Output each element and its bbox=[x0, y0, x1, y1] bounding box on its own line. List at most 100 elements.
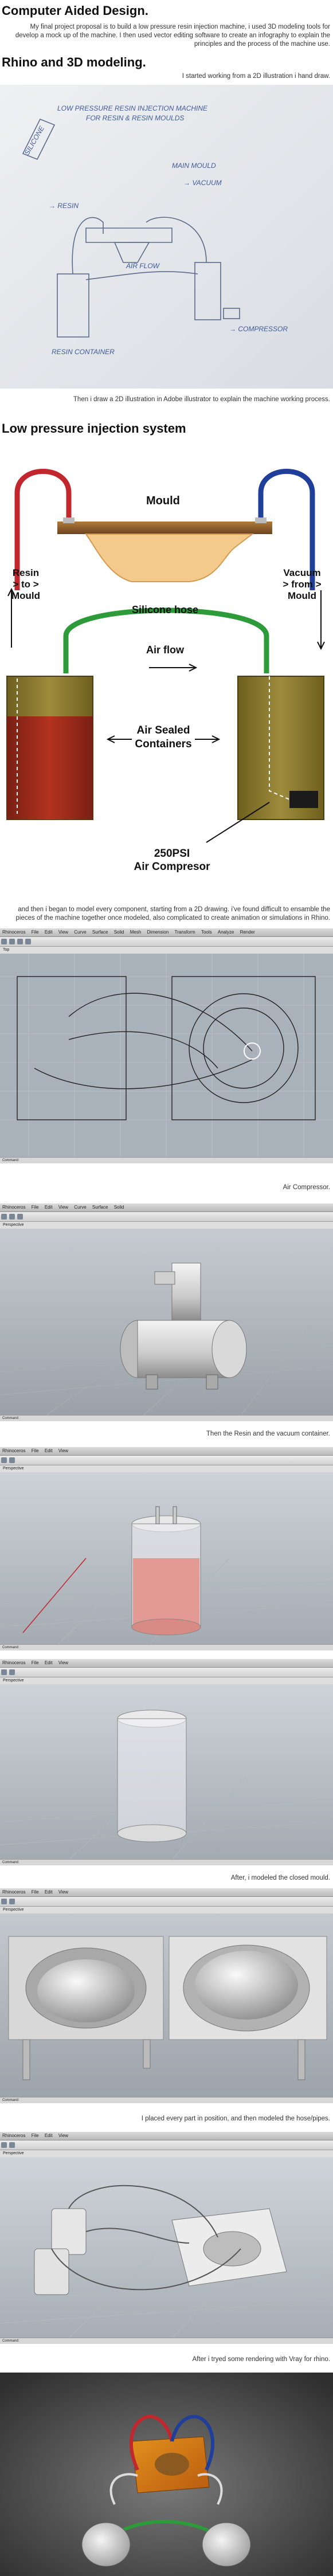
tab-perspective[interactable]: Perspective bbox=[3, 1679, 24, 1683]
menu-file[interactable]: File bbox=[32, 1205, 39, 1210]
hand-sketch-svg: LOW PRESSURE RESIN INJECTION MACHINE FOR… bbox=[0, 85, 333, 389]
rhino-app-name: Rhinoceros bbox=[2, 930, 26, 935]
green-hose bbox=[63, 607, 269, 673]
menu-edit[interactable]: Edit bbox=[45, 1205, 53, 1210]
page-title: Computer Aided Design. bbox=[2, 3, 148, 18]
menu-dimension[interactable]: Dimension bbox=[147, 930, 169, 935]
rhino-status-bar: Command: bbox=[0, 1157, 333, 1163]
menu-solid[interactable]: Solid bbox=[114, 930, 124, 935]
render-vacuum-container bbox=[202, 2522, 251, 2567]
tool-icon[interactable] bbox=[17, 939, 23, 944]
sketch-label-compressor: → COMPRESSOR bbox=[229, 325, 288, 333]
menu-file[interactable]: File bbox=[32, 2133, 39, 2138]
tab-perspective[interactable]: Perspective bbox=[3, 2151, 24, 2155]
tool-icon[interactable] bbox=[1, 1669, 7, 1675]
menu-surface[interactable]: Surface bbox=[92, 1205, 108, 1210]
menu-view[interactable]: View bbox=[58, 1660, 68, 1665]
viewport-perspective[interactable] bbox=[0, 2157, 333, 2339]
tool-icon[interactable] bbox=[1, 2142, 7, 2148]
rhino-app-name: Rhinoceros bbox=[2, 1660, 26, 1665]
vray-render bbox=[0, 2373, 333, 2576]
air-compressor-unit bbox=[289, 791, 318, 808]
menu-render[interactable]: Render bbox=[240, 930, 255, 935]
menu-curve[interactable]: Curve bbox=[74, 1205, 86, 1210]
menu-transform[interactable]: Transform bbox=[175, 930, 195, 935]
tool-icon[interactable] bbox=[25, 939, 31, 944]
menu-edit[interactable]: Edit bbox=[45, 1660, 53, 1665]
label-resin-2: > to > bbox=[13, 579, 38, 590]
tool-icon[interactable] bbox=[9, 1457, 15, 1463]
viewport-perspective[interactable] bbox=[0, 1684, 333, 1860]
rhino-app-name: Rhinoceros bbox=[2, 1205, 26, 1210]
menu-view[interactable]: View bbox=[58, 1205, 68, 1210]
rhino-window-mould: Rhinoceros File Edit View Perspective Co… bbox=[0, 1888, 333, 2103]
menu-mesh[interactable]: Mesh bbox=[130, 930, 142, 935]
viewport-perspective[interactable] bbox=[0, 1229, 333, 1416]
menu-file[interactable]: File bbox=[32, 1448, 39, 1453]
viewport-resin-container-model bbox=[0, 1506, 333, 1645]
label-vacuum-3: Mould bbox=[288, 590, 316, 601]
sketch-label-airflow: AIR FLOW bbox=[126, 262, 160, 270]
tool-icon[interactable] bbox=[1, 939, 7, 944]
sketch-label-vacuum: → VACUUM bbox=[183, 179, 222, 187]
menu-curve[interactable]: Curve bbox=[74, 930, 86, 935]
tab-top[interactable]: Top bbox=[3, 948, 9, 952]
label-compressor-2: Air Compresor bbox=[134, 861, 210, 873]
menu-edit[interactable]: Edit bbox=[45, 1448, 53, 1453]
rhino-app-name: Rhinoceros bbox=[2, 1448, 26, 1453]
rhino-window-2d: Rhinoceros File Edit View Curve Surface … bbox=[0, 928, 333, 1163]
menu-solid[interactable]: Solid bbox=[114, 1205, 124, 1210]
tool-icon[interactable] bbox=[9, 1669, 15, 1675]
caption-pipes: I placed every part in position, and the… bbox=[141, 2115, 330, 2122]
caption-hand-draw: I started working from a 2D illustration… bbox=[182, 73, 330, 80]
menu-view[interactable]: View bbox=[58, 1448, 68, 1453]
mould-cavity bbox=[85, 534, 254, 582]
tab-perspective[interactable]: Perspective bbox=[3, 1223, 24, 1227]
tab-perspective[interactable]: Perspective bbox=[3, 1467, 24, 1471]
viewport-top[interactable] bbox=[0, 954, 333, 1158]
rhino-toolbar bbox=[0, 937, 333, 947]
menu-tools[interactable]: Tools bbox=[201, 930, 212, 935]
mould-plate bbox=[57, 522, 272, 534]
menu-analyze[interactable]: Analyze bbox=[218, 930, 234, 935]
menu-view[interactable]: View bbox=[58, 930, 68, 935]
rhino-status-bar: Command: bbox=[0, 1859, 333, 1865]
viewport-perspective[interactable] bbox=[0, 1914, 333, 2097]
tool-icon[interactable] bbox=[9, 939, 15, 944]
tool-icon[interactable] bbox=[9, 1214, 15, 1220]
rhino-window-assembly: Rhinoceros File Edit View Perspective Co… bbox=[0, 2132, 333, 2344]
label-resin-3: Mould bbox=[11, 590, 40, 601]
caption-mould: After, i modeled the closed mould. bbox=[230, 1875, 330, 1881]
menu-edit[interactable]: Edit bbox=[45, 930, 53, 935]
tool-icon[interactable] bbox=[17, 1214, 23, 1220]
mould-connector-right bbox=[255, 517, 267, 523]
tab-perspective[interactable]: Perspective bbox=[3, 1908, 24, 1912]
menu-surface[interactable]: Surface bbox=[92, 930, 108, 935]
viewport-assembly-model bbox=[0, 2185, 333, 2339]
menu-file[interactable]: File bbox=[32, 1660, 39, 1665]
menu-view[interactable]: View bbox=[58, 2133, 68, 2138]
menu-edit[interactable]: Edit bbox=[45, 2133, 53, 2138]
rhino-toolbar bbox=[0, 1897, 333, 1907]
viewport-perspective[interactable] bbox=[0, 1472, 333, 1645]
menu-edit[interactable]: Edit bbox=[45, 1889, 53, 1895]
tool-icon[interactable] bbox=[1, 1214, 7, 1220]
tool-icon[interactable] bbox=[1, 1899, 7, 1904]
tool-icon[interactable] bbox=[9, 1899, 15, 1904]
infographic-svg: Mould Resin > to > Mould Vacuum > from >… bbox=[6, 469, 325, 873]
rhino-window-resin-container: Rhinoceros File Edit View Perspective Co… bbox=[0, 1447, 333, 1650]
rhino-menu-bar: Rhinoceros File Edit View bbox=[0, 1447, 333, 1456]
tool-icon[interactable] bbox=[9, 2142, 15, 2148]
menu-view[interactable]: View bbox=[58, 1889, 68, 1895]
menu-file[interactable]: File bbox=[32, 930, 39, 935]
mould-connector-left bbox=[63, 517, 75, 523]
rhino-window-compressor: Rhinoceros File Edit View Curve Surface … bbox=[0, 1203, 333, 1421]
rhino-toolbar bbox=[0, 1668, 333, 1677]
menu-file[interactable]: File bbox=[32, 1889, 39, 1895]
caption-illustrator: Then i draw a 2D illustration in Adobe i… bbox=[73, 396, 330, 403]
rhino-menu-bar: Rhinoceros File Edit View Curve Surface … bbox=[0, 928, 333, 937]
tool-icon[interactable] bbox=[1, 1457, 7, 1463]
label-silicone-hose: Silicone hose bbox=[132, 604, 198, 615]
airflow-arrow bbox=[149, 664, 198, 672]
label-compressor-1: 250PSI bbox=[154, 848, 190, 860]
